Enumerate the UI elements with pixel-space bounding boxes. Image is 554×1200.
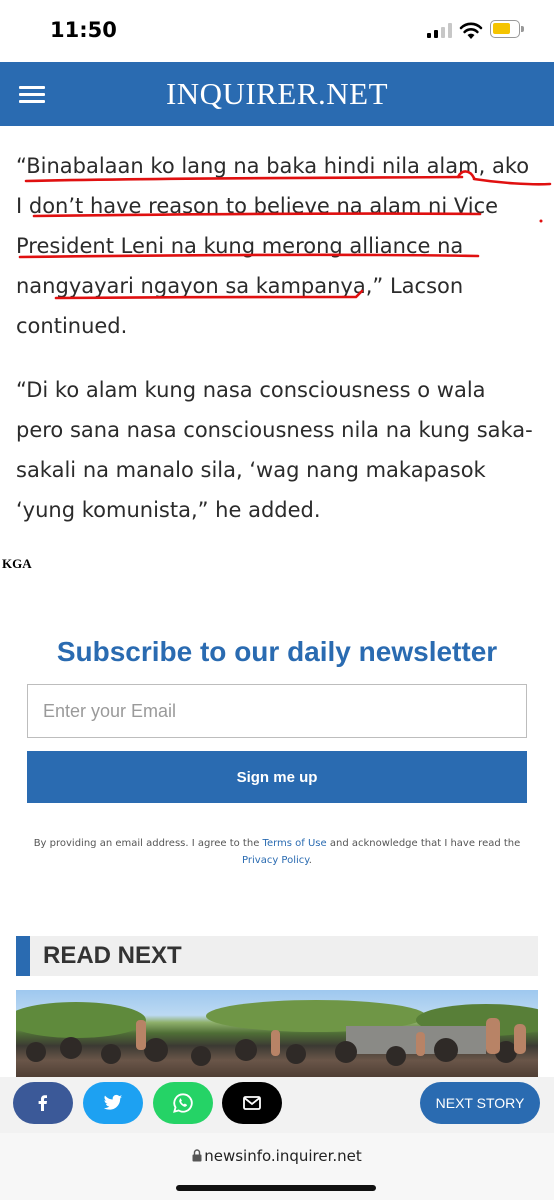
crowd-photo [16,1000,538,1066]
read-next-heading: READ NEXT [43,942,182,969]
section-accent-bar [16,936,30,976]
whatsapp-share-button[interactable] [153,1082,213,1124]
battery-icon [490,20,524,38]
disclaimer-text: By providing an email address. I agree t… [33,838,263,849]
author-initials: KGA [2,556,32,571]
lock-icon [192,1149,202,1162]
status-bar: 11:50 [0,0,554,62]
facebook-share-button[interactable] [13,1082,73,1124]
mail-icon [243,1096,261,1110]
read-next-header: READ NEXT [16,936,538,976]
twitter-icon [103,1094,123,1110]
share-bar: NEXT STORY [0,1077,554,1133]
privacy-policy-link[interactable]: Privacy Policy [242,855,309,866]
site-logo[interactable]: INQUIRER.NET [0,76,554,112]
url-text: newsinfo.inquirer.net [204,1147,362,1165]
email-input[interactable] [27,684,527,738]
newsletter-disclaimer: By providing an email address. I agree t… [20,835,534,869]
facebook-icon [38,1095,47,1111]
disclaimer-text: . [308,855,312,866]
browser-url-bar[interactable]: newsinfo.inquirer.net [0,1133,554,1200]
home-indicator[interactable] [176,1185,376,1191]
article-paragraph: “Di ko alam kung nasa consciousness o wa… [16,378,533,522]
cellular-signal-icon [427,22,453,38]
wifi-icon [459,22,483,39]
email-share-button[interactable] [222,1082,282,1124]
article-body: “Binabalaan ko lang na baka hindi nila a… [16,146,536,554]
whatsapp-icon [173,1093,193,1113]
article-paragraph: “Binabalaan ko lang na baka hindi nila a… [16,154,530,338]
status-time: 11:50 [50,18,117,42]
disclaimer-text: and acknowledge that I have read the [326,838,521,849]
read-next-story-image[interactable] [16,990,538,1080]
url-display[interactable]: newsinfo.inquirer.net [0,1147,554,1165]
sign-up-button[interactable]: Sign me up [27,751,527,803]
terms-of-use-link[interactable]: Terms of Use [263,838,327,849]
twitter-share-button[interactable] [83,1082,143,1124]
newsletter-title: Subscribe to our daily newsletter [56,636,498,667]
next-story-button[interactable]: NEXT STORY [420,1082,540,1124]
site-header: INQUIRER.NET [0,62,554,126]
